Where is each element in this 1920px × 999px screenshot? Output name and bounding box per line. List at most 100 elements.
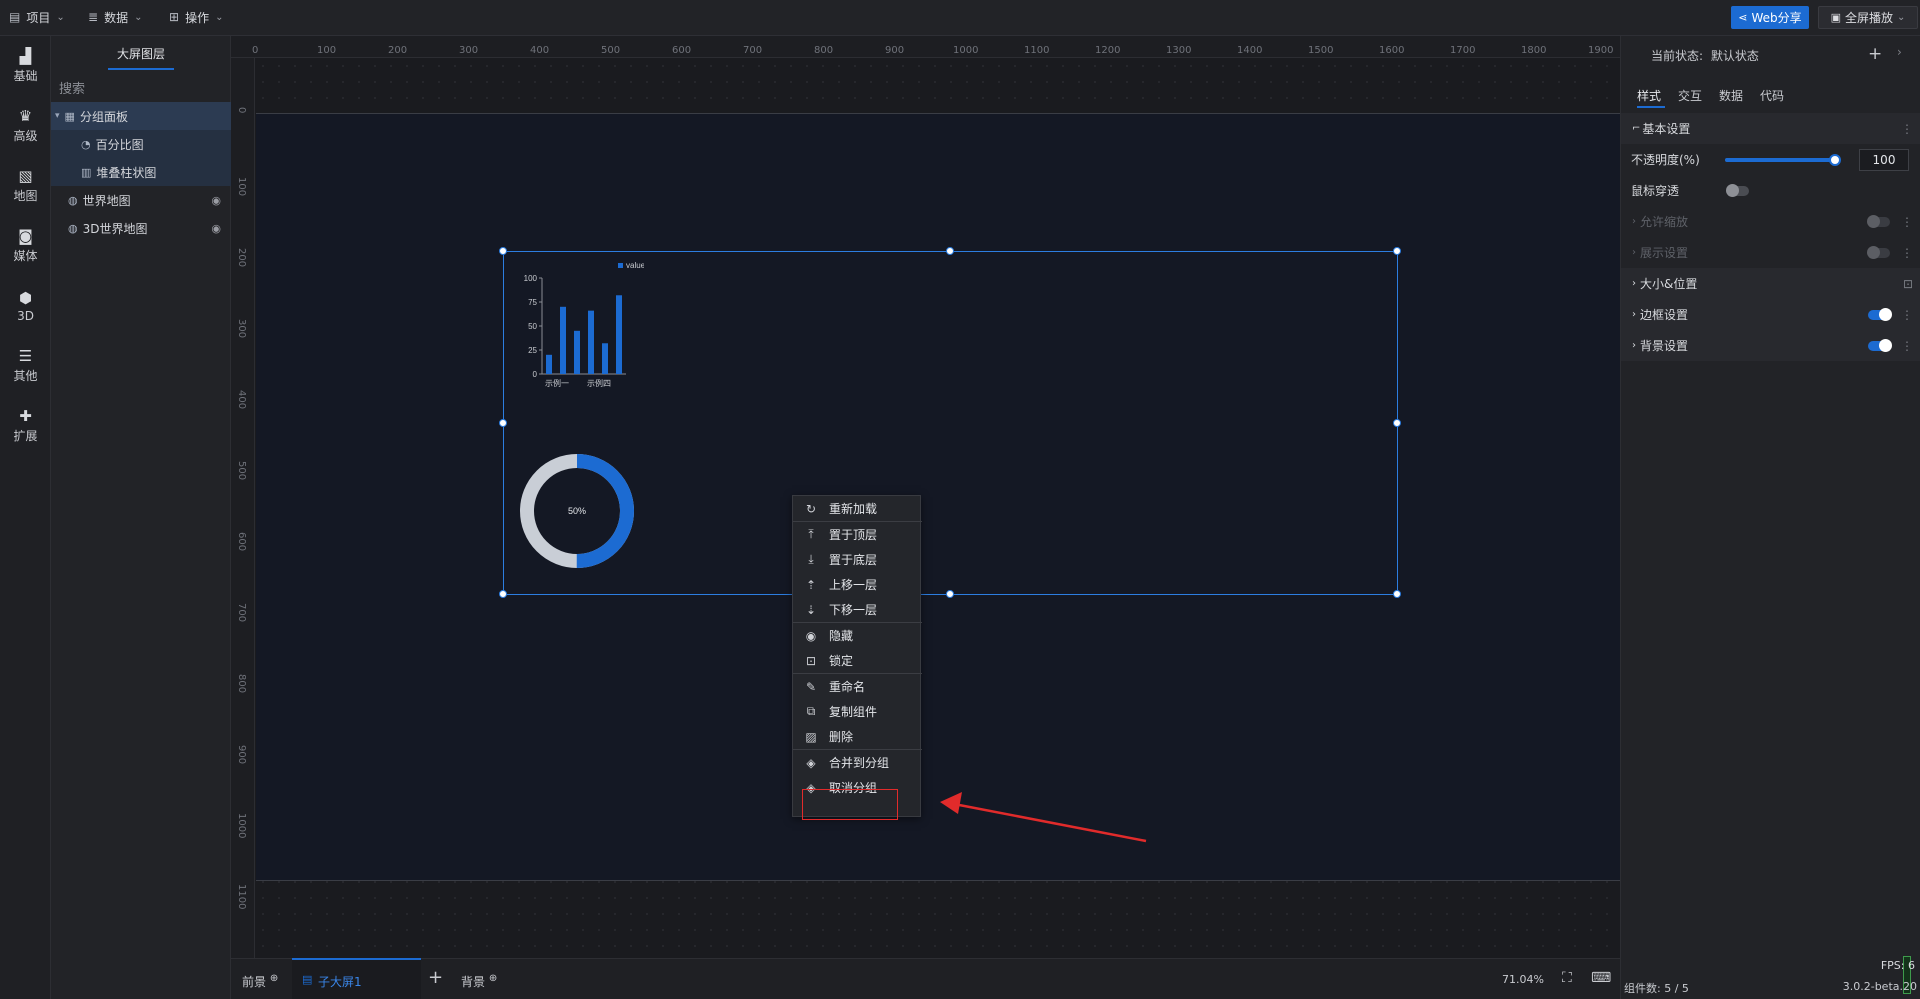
ruler-tick-label: 100	[236, 177, 247, 197]
active-tab-underline	[1637, 106, 1665, 108]
web-share-button[interactable]: ⋖ Web分享	[1731, 6, 1809, 29]
menu-item-hide[interactable]: ◉ 隐藏	[793, 623, 922, 648]
more-icon[interactable]: ⋮	[1901, 246, 1913, 260]
lock-icon[interactable]: ⊡	[1903, 277, 1913, 291]
section-border-settings[interactable]: › 边框设置 ⋮	[1621, 299, 1920, 330]
layer-item-3d-world-map[interactable]: ◍ 3D世界地图 ◉	[51, 214, 231, 242]
layer-item-world-map[interactable]: ◍ 世界地图 ◉	[51, 186, 231, 214]
fit-screen-icon[interactable]: ⛶	[1562, 970, 1572, 986]
tab-style[interactable]: 样式	[1637, 87, 1661, 104]
menu-item-copy[interactable]: ⧉ 复制组件	[793, 699, 922, 724]
menu-item-label: 置于顶层	[829, 528, 878, 542]
ruler-tick-label: 500	[601, 45, 621, 56]
tab-data[interactable]: 数据	[1719, 87, 1743, 104]
background-settings-toggle[interactable]	[1868, 339, 1892, 352]
copy-icon: ⧉	[806, 704, 816, 718]
ruler-tick-label: 400	[530, 45, 550, 56]
layer-search-input[interactable]: 搜索	[59, 75, 223, 99]
tab-child-screen[interactable]: ▤ 子大屏1	[292, 958, 421, 999]
menu-item-send-to-bottom[interactable]: ⤓ 置于底层	[793, 547, 922, 572]
chevron-right-icon[interactable]: ›	[1897, 45, 1902, 59]
resize-handle-tl[interactable]	[499, 247, 507, 255]
section-basic-settings[interactable]: ⌐ 基本设置 ⋮	[1621, 113, 1920, 144]
allow-scale-toggle[interactable]	[1867, 215, 1890, 228]
more-icon[interactable]: ⋮	[1901, 215, 1913, 229]
add-circle-icon[interactable]: ⊕	[270, 973, 278, 984]
tab-background[interactable]: 背景 ⊕	[461, 973, 497, 990]
zoom-level[interactable]: 71.04%	[1502, 973, 1544, 986]
tab-foreground[interactable]: 前景 ⊕	[242, 973, 278, 990]
web-share-label: Web分享	[1751, 11, 1802, 25]
section-allow-scale[interactable]: › 允许缩放 ⋮	[1621, 206, 1920, 237]
eye-hidden-icon[interactable]: ◉	[211, 194, 221, 207]
highlight-box	[802, 789, 898, 820]
section-size-position[interactable]: › 大小&位置 ⊡	[1621, 268, 1920, 299]
menu-item-label: 删除	[829, 730, 854, 744]
nav-advanced[interactable]: ♛ 高级	[0, 96, 51, 156]
resize-handle-r[interactable]	[1393, 419, 1401, 427]
nav-map[interactable]: ▧ 地图	[0, 156, 51, 216]
border-settings-toggle[interactable]	[1868, 308, 1892, 321]
menu-project[interactable]: ▤ 项目 ⌄	[9, 0, 65, 34]
nav-media[interactable]: ◙ 媒体	[0, 216, 51, 276]
section-display-settings[interactable]: › 展示设置 ⋮	[1621, 237, 1920, 268]
mouse-through-toggle[interactable]	[1726, 184, 1749, 197]
more-icon[interactable]: ⋮	[1901, 339, 1913, 353]
ruler-tick-label: 1000	[953, 45, 979, 56]
layer-item-label: 分组面板	[79, 109, 128, 124]
resize-handle-b[interactable]	[946, 590, 954, 598]
nav-3d[interactable]: ⬢ 3D	[0, 276, 51, 336]
state-indicator: 当前状态: 默认状态	[1651, 47, 1759, 64]
menu-item-lock[interactable]: ⊡ 锁定	[793, 648, 922, 673]
section-label: 允许缩放	[1640, 215, 1689, 229]
more-icon[interactable]: ⋮	[1901, 308, 1913, 322]
nav-extend[interactable]: ✚ 扩展	[0, 396, 51, 456]
resize-handle-br[interactable]	[1393, 590, 1401, 598]
layer-item-percent-chart[interactable]: ◔ 百分比图	[51, 130, 231, 158]
tab-interaction[interactable]: 交互	[1678, 87, 1702, 104]
resize-handle-t[interactable]	[946, 247, 954, 255]
menu-item-rename[interactable]: ✎ 重命名	[793, 674, 922, 699]
section-background-settings[interactable]: › 背景设置 ⋮	[1621, 330, 1920, 361]
percent-donut-chart[interactable]: 50%	[512, 446, 642, 576]
ruler-tick-label: 0	[236, 107, 247, 114]
menu-item-delete[interactable]: ▨ 删除	[793, 724, 922, 749]
opacity-slider-fill	[1725, 158, 1835, 162]
layer-item-group-panel[interactable]: ▾ ▦ 分组面板	[51, 102, 231, 130]
layer-panel-title[interactable]: 大屏图层	[51, 36, 231, 70]
opacity-input[interactable]: 100	[1859, 149, 1909, 171]
display-settings-toggle[interactable]	[1867, 246, 1890, 259]
add-screen-icon[interactable]: +	[428, 967, 443, 988]
add-state-icon[interactable]: +	[1868, 44, 1882, 64]
add-circle-icon[interactable]: ⊕	[489, 973, 497, 984]
resize-handle-bl[interactable]	[499, 590, 507, 598]
stacked-bar-chart[interactable]: value 0 25 50 75 100 示例一 示例四	[514, 254, 644, 394]
nav-basic[interactable]: ▟ 基础	[0, 36, 51, 96]
bring-to-top-icon: ⤒	[808, 527, 814, 541]
menu-item-move-up[interactable]: ⇡ 上移一层	[793, 572, 922, 597]
annotation-arrow	[940, 792, 1147, 843]
resize-handle-l[interactable]	[499, 419, 507, 427]
ruler-tick-label: 0	[252, 45, 259, 56]
menu-data[interactable]: ≣ 数据 ⌄	[88, 0, 142, 34]
nav-other[interactable]: ☰ 其他	[0, 336, 51, 396]
resize-handle-tr[interactable]	[1393, 247, 1401, 255]
menu-item-merge-group[interactable]: ◈ 合并到分组	[793, 750, 922, 775]
opacity-slider[interactable]	[1725, 154, 1841, 166]
group-panel-selection[interactable]: value 0 25 50 75 100 示例一 示例四 50%	[499, 247, 1401, 598]
ruler-tick-label: 1200	[1095, 45, 1121, 56]
keyboard-icon[interactable]: ⌨	[1591, 970, 1611, 986]
menu-item-bring-to-top[interactable]: ⤒ 置于顶层	[793, 522, 922, 547]
fullscreen-play-button[interactable]: ▣ 全屏播放 ⌄	[1818, 6, 1918, 29]
menu-item-move-down[interactable]: ⇣ 下移一层	[793, 597, 922, 622]
menu-operation[interactable]: ⊞ 操作 ⌄	[169, 0, 223, 34]
opacity-slider-thumb[interactable]	[1829, 154, 1841, 166]
tab-code[interactable]: 代码	[1760, 87, 1784, 104]
layer-item-stacked-bar[interactable]: ▥ 堆叠柱状图	[51, 158, 231, 186]
tab-foreground-label: 前景	[242, 975, 267, 989]
eye-hidden-icon[interactable]: ◉	[211, 222, 221, 235]
more-icon[interactable]: ⋮	[1901, 122, 1913, 136]
menu-item-reload[interactable]: ↻ 重新加载	[793, 496, 922, 521]
group-icon: ▦	[64, 109, 75, 123]
menu-item-label: 复制组件	[829, 705, 878, 719]
